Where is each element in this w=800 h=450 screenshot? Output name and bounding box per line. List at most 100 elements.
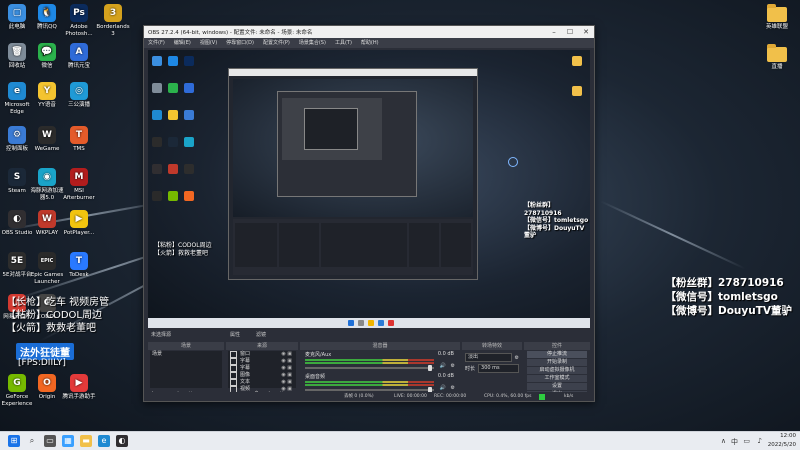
preview-overlay-info: 【粉丝群】278710916 【微信号】tomletsgo 【微博号】Douyu… <box>524 202 589 239</box>
volume-slider[interactable] <box>305 389 434 391</box>
desktop-icon[interactable]: G GeForce Experience <box>0 374 34 407</box>
desktop-icon[interactable]: 5E 5E对战平台 <box>0 252 34 279</box>
desktop-icon[interactable]: 🗑 回收站 <box>0 43 34 70</box>
desktop-icon[interactable]: e Microsoft Edge <box>0 82 34 115</box>
menu-item[interactable]: 文件(F) <box>148 38 165 48</box>
preview-app-icon <box>168 164 178 174</box>
speaker-icon[interactable]: 🔊 <box>440 363 446 369</box>
control-button[interactable]: 启动虚拟摄像机 <box>527 367 587 374</box>
desktop-icon[interactable]: W WKPLAY <box>30 210 64 237</box>
clock[interactable]: 12:00 2022/5/20 <box>768 432 796 450</box>
source-item[interactable]: 文本 ◉ ▣ <box>228 379 296 386</box>
menu-item[interactable]: 场景集合(S) <box>299 38 326 48</box>
audio-mixer-dock: 混音器 麦克风/Aux 0.0 dB 🔊 ⚙ 桌面音频 0.0 dB 🔊 ⚙ <box>300 342 460 398</box>
speaker-icon[interactable]: 🔊 <box>440 385 446 391</box>
desktop-icon[interactable]: Y YY语音 <box>30 82 64 109</box>
obs-title-text: OBS 27.2.4 (64-bit, windows) - 配置文件: 未命名… <box>148 30 313 36</box>
app-icon: A <box>70 43 88 61</box>
desktop-icon[interactable]: ⚙ 控制面板 <box>0 126 34 153</box>
desktop-icon[interactable]: 💬 微信 <box>30 43 64 70</box>
edge-icon[interactable]: e <box>98 435 110 447</box>
preview-folder-icon <box>572 86 582 96</box>
gear-icon[interactable]: ⚙ <box>451 363 455 369</box>
minimize-icon[interactable]: – <box>546 26 562 38</box>
visibility-lock-icon[interactable]: ◉ ▣ <box>281 358 292 365</box>
preview-app-icon <box>168 83 178 93</box>
desktop-icon[interactable]: Ps Adobe Photosh... <box>62 4 96 37</box>
task-view-icon[interactable]: ▭ <box>44 435 56 447</box>
source-item[interactable]: 窗口 ◉ ▣ <box>228 351 296 358</box>
duration-input[interactable]: 300 ms <box>478 364 519 373</box>
desktop-icon[interactable]: 🐧 腾讯QQ <box>30 4 64 31</box>
control-button[interactable]: 开始录制 <box>527 359 587 366</box>
wallpaper-streak <box>599 200 746 270</box>
file-explorer-icon[interactable]: ▬ <box>80 435 92 447</box>
desktop-icon-folder[interactable]: 直播 <box>760 44 794 71</box>
close-icon[interactable]: ✕ <box>578 26 594 38</box>
app-icon: ◐ <box>8 210 26 228</box>
desktop-icon[interactable]: ▶ 腾讯手游助手 <box>62 374 96 401</box>
visibility-lock-icon[interactable]: ◉ ▣ <box>281 351 292 358</box>
desktop-icon[interactable]: T ToDesk <box>62 252 96 279</box>
desktop-icon[interactable]: 3 Borderlands 3 <box>96 4 130 37</box>
menu-item[interactable]: 帮助(H) <box>361 38 379 48</box>
control-button[interactable]: 停止推流 <box>527 351 587 358</box>
desktop-icon[interactable]: A 腾讯元宝 <box>62 43 96 70</box>
source-item[interactable]: 字幕 ◉ ▣ <box>228 358 296 365</box>
visibility-lock-icon[interactable]: ◉ ▣ <box>281 372 292 379</box>
desktop-icon[interactable]: T TMS <box>62 126 96 153</box>
desktop-icon-folder[interactable]: 英雄联盟 <box>760 4 794 31</box>
desktop-icon[interactable]: EPIC Epic Games Launcher <box>30 252 64 285</box>
preview-app-icon <box>152 110 162 120</box>
stream-overlay-info: 【粉丝群】278710916 【微信号】tomletsgo 【微博号】Douyu… <box>665 277 792 317</box>
app-icon: ◎ <box>70 82 88 100</box>
desktop-icon[interactable]: W WeGame <box>30 126 64 153</box>
mixer-channels: 麦克风/Aux 0.0 dB 🔊 ⚙ 桌面音频 0.0 dB 🔊 ⚙ <box>302 351 458 396</box>
volume-slider[interactable] <box>305 367 434 369</box>
desktop-icon[interactable]: M MSI Afterburner <box>62 168 96 201</box>
desktop-icon[interactable]: ◉ 海豚网游加速器5.0 <box>30 168 64 201</box>
gear-icon[interactable]: ⚙ <box>515 355 519 361</box>
stream-overlay-gifts: 【长枪】吃车 视频房管 【粘粉】CODOL周边 【火箭】救救老董吧 <box>6 297 110 334</box>
menu-item[interactable]: 工具(T) <box>335 38 352 48</box>
preview-folder-icon <box>572 56 582 66</box>
control-button[interactable]: 设置 <box>527 383 587 390</box>
chevron-up-icon[interactable]: ∧ <box>721 437 726 445</box>
desktop-icon[interactable]: ▢ 此电脑 <box>0 4 34 31</box>
scenes-list[interactable]: 场景 <box>150 351 222 388</box>
volume-icon[interactable]: ♪ <box>758 437 762 445</box>
menu-item[interactable]: 配置文件(P) <box>263 38 290 48</box>
maximize-icon[interactable]: ☐ <box>562 26 578 38</box>
menu-item[interactable]: 视图(V) <box>200 38 217 48</box>
desktop-icon[interactable]: ▶ PotPlayer... <box>62 210 96 237</box>
source-item[interactable]: 图像 ◉ ▣ <box>228 372 296 379</box>
desktop-icon[interactable]: S Steam <box>0 168 34 195</box>
windows-start-icon[interactable]: ⊞ <box>8 435 20 447</box>
volume-slider-knob[interactable] <box>428 365 432 371</box>
filters-button[interactable]: 滤镜 <box>256 330 266 340</box>
scenes-dock: 场景 场景 + − ∧ ∨ <box>148 342 224 398</box>
visibility-lock-icon[interactable]: ◉ ▣ <box>281 379 292 386</box>
control-button[interactable]: 工作室模式 <box>527 375 587 382</box>
lang-indicator[interactable]: 中 <box>731 437 738 447</box>
transition-select[interactable]: 淡出 <box>465 353 512 362</box>
properties-button[interactable]: 属性 <box>230 330 240 340</box>
obs-preview[interactable]: 【粉丝群】278710916 【微信号】tomletsgo 【微博号】Douyu… <box>148 50 590 328</box>
obs-titlebar[interactable]: OBS 27.2.4 (64-bit, windows) - 配置文件: 未命名… <box>144 26 594 38</box>
app-icon: ▶ <box>70 210 88 228</box>
widgets-icon[interactable]: ▦ <box>62 435 74 447</box>
menu-item[interactable]: 停靠窗口(D) <box>226 38 254 48</box>
search-icon[interactable]: ⌕ <box>26 435 38 447</box>
desktop-icon[interactable]: ◐ OBS Studio <box>0 210 34 237</box>
scene-item[interactable]: 场景 <box>150 351 222 358</box>
menu-item[interactable]: 编辑(E) <box>174 38 191 48</box>
gear-icon[interactable]: ⚙ <box>451 385 455 391</box>
network-icon[interactable]: ▭ <box>743 437 750 445</box>
preview-app-icon <box>184 110 194 120</box>
source-item[interactable]: 字幕 ◉ ▣ <box>228 365 296 372</box>
desktop-icon[interactable]: O Origin <box>30 374 64 401</box>
desktop-icon[interactable]: ◎ 三公演播 <box>62 82 96 109</box>
obs-taskbar-icon[interactable]: ◐ <box>116 435 128 447</box>
sources-list[interactable]: 窗口 ◉ ▣ 字幕 ◉ ▣ 字幕 ◉ ▣ 图像 ◉ ▣ 文本 ◉ ▣ 视频 ◉ ▣ <box>228 351 296 393</box>
visibility-lock-icon[interactable]: ◉ ▣ <box>281 365 292 372</box>
